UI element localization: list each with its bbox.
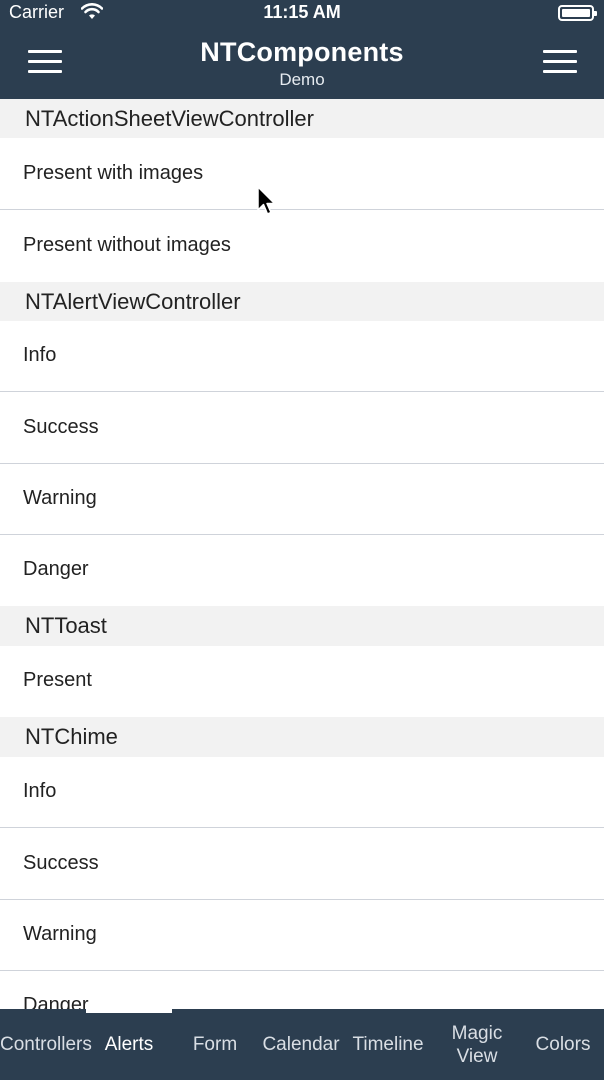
list-item-label: Present with images: [23, 162, 204, 184]
tab-label: Colors: [535, 1034, 591, 1055]
list-item-chime-danger[interactable]: Danger: [0, 971, 604, 1009]
top-bar: Carrier 11:15 AM NTComponents Demo: [0, 0, 604, 99]
list-item-label: Info: [23, 344, 57, 366]
tab-controllers[interactable]: Controllers: [0, 1009, 92, 1080]
list-item-present-without-images[interactable]: Present without images: [0, 210, 604, 282]
tab-label: Timeline: [352, 1034, 424, 1055]
list-item-alert-info[interactable]: Info: [0, 321, 604, 392]
tab-label: Controllers: [0, 1034, 92, 1055]
tab-label: Magic View: [451, 1022, 503, 1067]
list-item-alert-success[interactable]: Success: [0, 392, 604, 464]
tab-label: Alerts: [104, 1034, 154, 1055]
navigation-bar: NTComponents Demo: [0, 26, 604, 99]
tab-colors[interactable]: Colors: [522, 1009, 604, 1080]
list-item-alert-warning[interactable]: Warning: [0, 464, 604, 535]
list-item-label: Success: [23, 852, 99, 874]
clock-time: 11:15 AM: [263, 2, 341, 22]
component-list[interactable]: NTActionSheetViewController Present with…: [0, 99, 604, 1009]
nav-subtitle: Demo: [279, 70, 325, 89]
list-item-label: Danger: [23, 994, 89, 1009]
list-item-alert-danger[interactable]: Danger: [0, 535, 604, 606]
section-header-action-sheet: NTActionSheetViewController: [0, 99, 604, 138]
list-item-label: Danger: [23, 558, 89, 580]
status-bar: Carrier 11:15 AM: [0, 0, 604, 26]
list-item-label: Warning: [23, 487, 97, 509]
section-header-toast: NTToast: [0, 606, 604, 646]
tab-magic-view[interactable]: Magic View: [432, 1009, 522, 1080]
list-item-chime-success[interactable]: Success: [0, 828, 604, 900]
section-header-chime: NTChime: [0, 717, 604, 757]
list-item-label: Present: [23, 669, 92, 691]
tab-bar: Controllers Alerts Form Calendar Timelin…: [0, 1009, 604, 1080]
list-item-label: Present without images: [23, 234, 231, 256]
list-item-present-with-images[interactable]: Present with images: [0, 138, 604, 210]
right-menu-button[interactable]: [543, 48, 579, 74]
tab-label: Calendar: [262, 1034, 340, 1055]
list-item-label: Success: [23, 416, 99, 438]
list-item-label: Info: [23, 780, 57, 802]
tab-calendar[interactable]: Calendar: [258, 1009, 344, 1080]
tab-form[interactable]: Form: [172, 1009, 258, 1080]
battery-icon: [558, 5, 597, 21]
tab-label: Form: [192, 1034, 238, 1055]
list-item-chime-warning[interactable]: Warning: [0, 900, 604, 971]
tab-alerts[interactable]: Alerts: [86, 1009, 172, 1080]
mouse-pointer-icon: [257, 186, 276, 215]
nav-title: NTComponents: [200, 37, 404, 67]
list-item-toast-present[interactable]: Present: [0, 646, 604, 717]
list-item-chime-info[interactable]: Info: [0, 757, 604, 828]
section-header-alert-view: NTAlertViewController: [0, 282, 604, 321]
tab-timeline[interactable]: Timeline: [344, 1009, 432, 1080]
list-item-label: Warning: [23, 923, 97, 945]
